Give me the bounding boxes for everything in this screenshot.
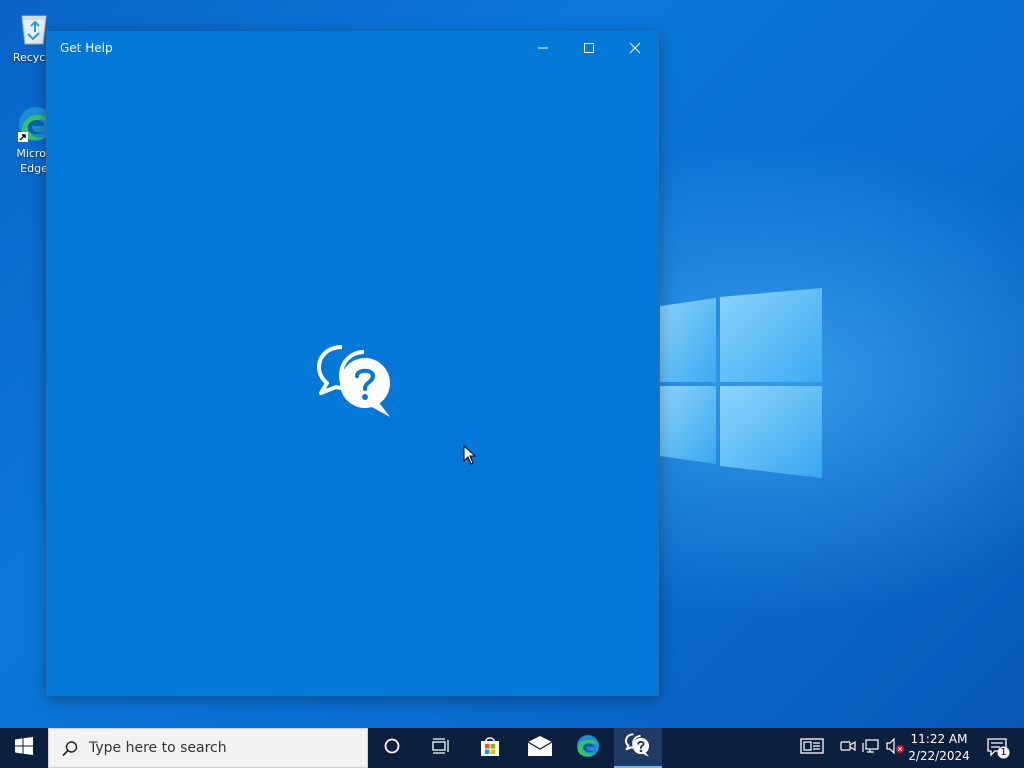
task-view-icon <box>430 737 450 759</box>
clock-date: 2/22/2024 <box>908 749 970 763</box>
news-icon <box>800 738 824 758</box>
task-view-button[interactable] <box>416 728 464 768</box>
start-button[interactable] <box>0 728 48 768</box>
clock-time: 11:22 AM <box>910 732 968 746</box>
mouse-cursor-icon <box>463 444 477 469</box>
network-icon <box>862 738 880 758</box>
microsoft-store-button[interactable] <box>466 728 514 768</box>
edge-icon <box>576 734 600 762</box>
maximize-icon <box>583 39 595 58</box>
action-center-button[interactable]: 1 <box>978 728 1018 768</box>
clock[interactable]: 11:22 AM 2/22/2024 <box>906 731 972 765</box>
minimize-button[interactable] <box>520 32 566 64</box>
close-icon <box>629 39 641 58</box>
desktop: Recycle Micros Edge Get Help <box>0 0 1024 728</box>
title-bar[interactable]: Get Help <box>47 32 658 64</box>
mail-icon <box>527 736 553 760</box>
meet-icon <box>840 738 856 758</box>
help-chat-icon <box>625 733 651 763</box>
cortana-circle-icon <box>383 737 401 759</box>
search-placeholder: Type here to search <box>89 740 227 756</box>
mail-button[interactable] <box>516 728 564 768</box>
notification-count-badge: 1 <box>1000 747 1007 758</box>
volume-muted-icon <box>885 737 905 758</box>
news-button[interactable] <box>800 738 824 758</box>
edge-taskbar-button[interactable] <box>564 728 612 768</box>
minimize-icon <box>537 39 549 58</box>
cortana-button[interactable] <box>368 728 416 768</box>
windows-logo-wallpaper <box>640 270 830 489</box>
meet-now-button[interactable] <box>838 738 858 758</box>
get-help-taskbar-button[interactable] <box>614 728 662 768</box>
search-icon <box>61 740 79 762</box>
windows-start-icon <box>15 737 33 759</box>
maximize-button[interactable] <box>566 32 612 64</box>
help-chat-icon <box>316 343 396 427</box>
network-button[interactable] <box>861 738 881 758</box>
taskbar: Type here to search 11:22 AM 2/22/2024 1 <box>0 728 1024 768</box>
search-box[interactable]: Type here to search <box>48 728 368 768</box>
volume-button[interactable] <box>885 737 905 758</box>
close-button[interactable] <box>612 32 658 64</box>
window-title: Get Help <box>60 41 113 55</box>
action-center-icon: 1 <box>986 737 1010 759</box>
get-help-window[interactable]: Get Help <box>47 32 658 695</box>
store-icon <box>479 735 501 761</box>
